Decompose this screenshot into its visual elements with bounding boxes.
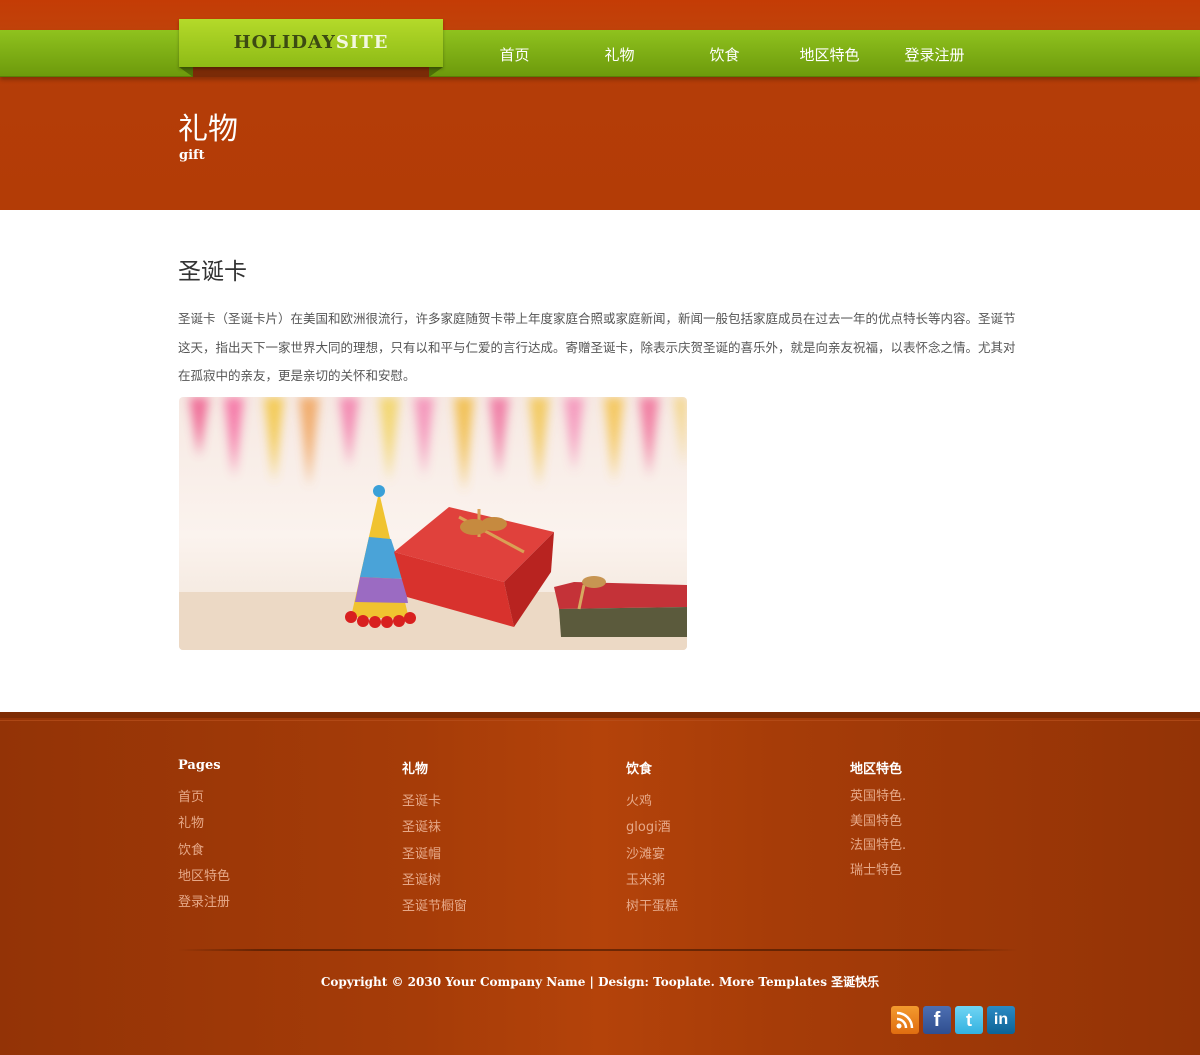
footer-column-food: 饮食 火鸡 glogi酒 沙滩宴 玉米粥 树干蛋糕 (626, 758, 826, 920)
footer-link[interactable]: 火鸡 (626, 789, 826, 815)
footer-column-title: 礼物 (402, 762, 429, 777)
footer-link[interactable]: 美国特色 (850, 810, 1050, 835)
footer-link[interactable]: 圣诞节橱窗 (402, 894, 602, 920)
footer-link[interactable]: 玉米粥 (626, 868, 826, 894)
footer-link[interactable]: glogi酒 (626, 815, 826, 841)
footer-link[interactable]: 法国特色. (850, 834, 1050, 859)
footer-column-title: Pages (178, 758, 221, 773)
footer-link[interactable]: 圣诞卡 (402, 789, 602, 815)
footer-link[interactable]: 登录注册 (178, 890, 378, 916)
gift-box-photo (179, 397, 687, 650)
footer-link[interactable]: 英国特色. (850, 785, 1050, 810)
footer-column-title: 地区特色 (850, 762, 903, 777)
footer-link[interactable]: 瑞士特色 (850, 859, 1050, 884)
footer-column-pages: Pages 首页 礼物 饮食 地区特色 登录注册 (178, 758, 378, 916)
footer-divider (178, 949, 1018, 951)
article-body: 圣诞卡（圣诞卡片）在美国和欧洲很流行，许多家庭随贺卡带上年度家庭合照或家庭新闻，… (178, 311, 1016, 383)
footer-link[interactable]: 礼物 (178, 811, 378, 837)
nav-food[interactable]: 饮食 (672, 30, 777, 76)
rss-icon[interactable] (891, 1006, 919, 1034)
logo-ribbon-left (179, 67, 193, 77)
page-subtitle: gift (179, 148, 205, 163)
footer-link[interactable]: 圣诞帽 (402, 842, 602, 868)
copyright-text: Copyright © 2030 Your Company Name | Des… (320, 975, 880, 989)
footer-link[interactable]: 饮食 (178, 838, 378, 864)
page-title: 礼物 (178, 112, 238, 147)
footer-column-regional: 地区特色 英国特色. 美国特色 法国特色. 瑞士特色 (850, 758, 1050, 884)
nav-login-register[interactable]: 登录注册 (882, 30, 987, 76)
logo-ribbon-right (429, 67, 443, 77)
facebook-icon[interactable]: f (923, 1006, 951, 1034)
footer-column-gifts: 礼物 圣诞卡 圣诞袜 圣诞帽 圣诞树 圣诞节橱窗 (402, 758, 602, 920)
footer: Pages 首页 礼物 饮食 地区特色 登录注册 礼物 圣诞卡 圣诞袜 圣诞帽 … (0, 712, 1200, 1055)
nav-home[interactable]: 首页 (462, 30, 567, 76)
article-title: 圣诞卡 (178, 259, 247, 285)
footer-link[interactable]: 圣诞袜 (402, 815, 602, 841)
nav-gift[interactable]: 礼物 (567, 30, 672, 76)
logo-word-holiday: HOLIDAY (233, 32, 336, 53)
footer-column-title: 饮食 (626, 762, 653, 777)
social-links: f t in (891, 1006, 1015, 1034)
logo-ribbon (193, 67, 429, 77)
main-content: 圣诞卡 圣诞卡（圣诞卡片）在美国和欧洲很流行，许多家庭随贺卡带上年度家庭合照或家… (0, 210, 1200, 712)
footer-link[interactable]: 树干蛋糕 (626, 894, 826, 920)
footer-link[interactable]: 沙滩宴 (626, 842, 826, 868)
site-logo[interactable]: HOLIDAYSITE (179, 19, 443, 67)
logo-word-site: SITE (335, 32, 389, 53)
footer-top-line (0, 720, 1200, 721)
linkedin-icon[interactable]: in (987, 1006, 1015, 1034)
twitter-icon[interactable]: t (955, 1006, 983, 1034)
gift-box-illustration (179, 397, 687, 650)
header: HOLIDAYSITE 首页 礼物 饮食 地区特色 登录注册 礼物 gift (0, 0, 1200, 210)
main-menu: 首页 礼物 饮食 地区特色 登录注册 (462, 30, 987, 76)
footer-link[interactable]: 圣诞树 (402, 868, 602, 894)
nav-regional[interactable]: 地区特色 (777, 30, 882, 76)
footer-link[interactable]: 地区特色 (178, 864, 378, 890)
footer-link[interactable]: 首页 (178, 785, 378, 811)
